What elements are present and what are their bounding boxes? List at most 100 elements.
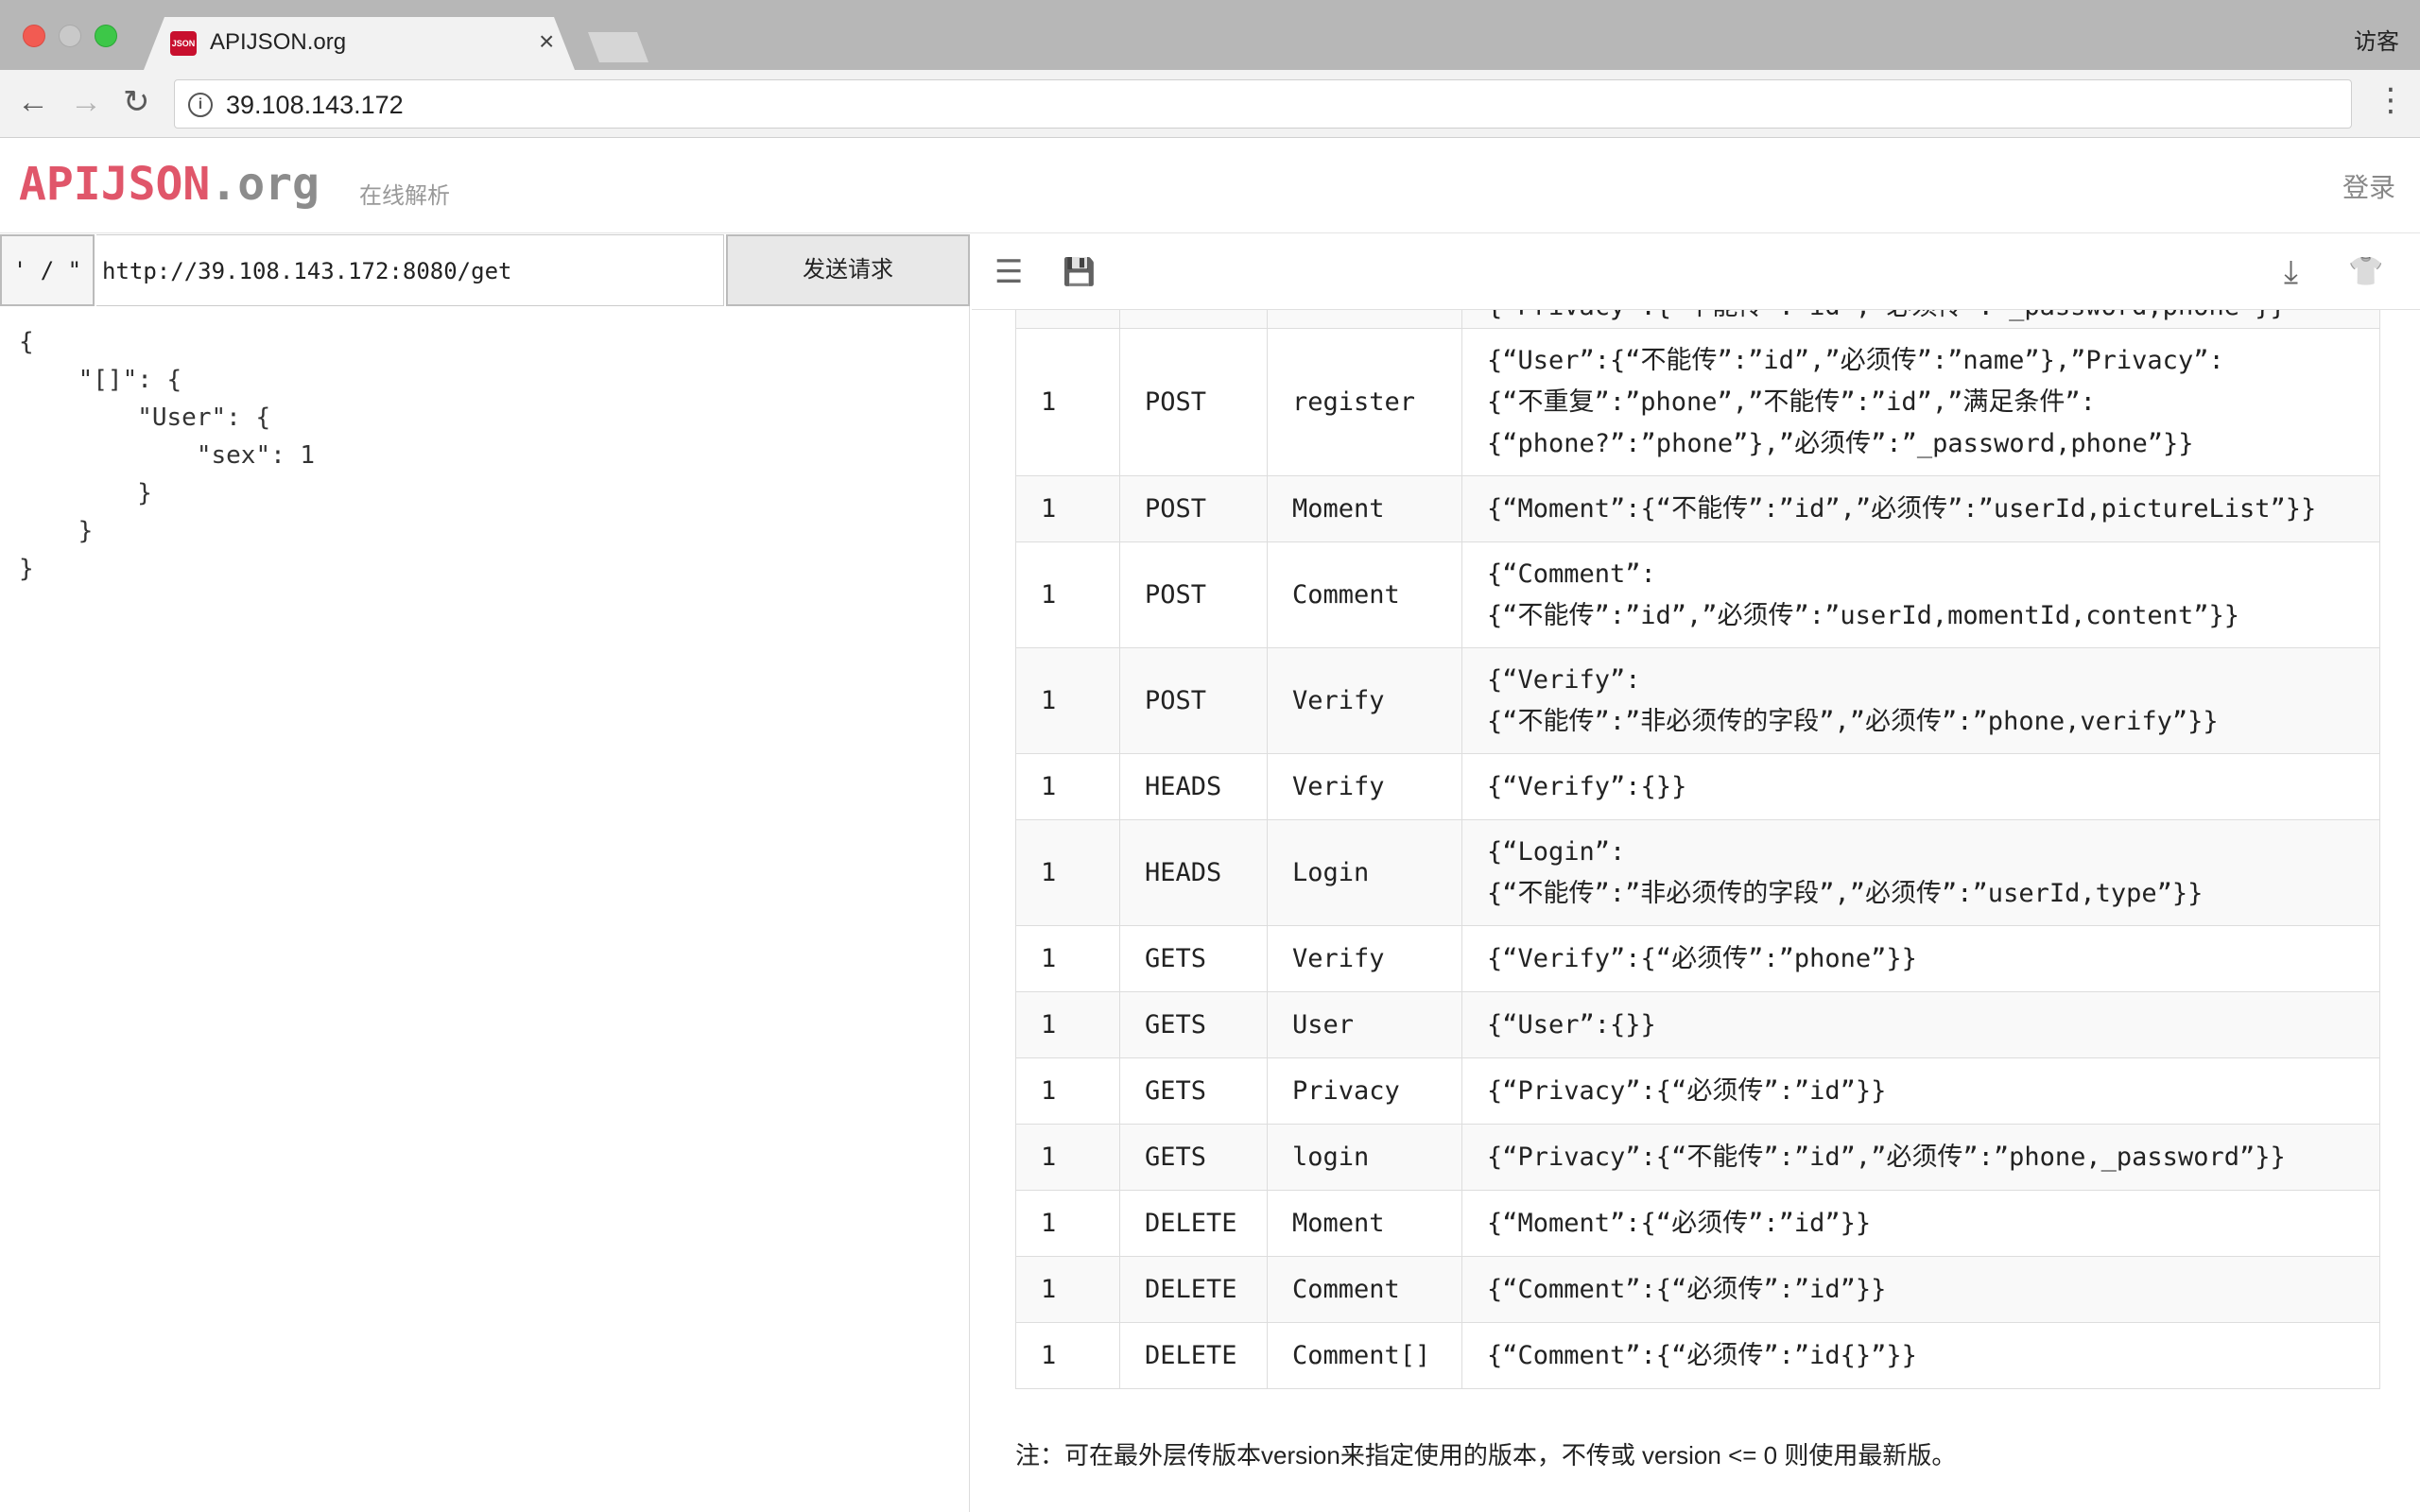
cell-tag: Moment bbox=[1267, 1190, 1462, 1257]
back-icon[interactable]: ← bbox=[17, 83, 49, 121]
table-row: {“Privacy”:{“不能传”:”id”,”必须传”:”_password,… bbox=[1015, 310, 2380, 329]
cell-structure: {“User”:{“不能传”:”id”,”必须传”:”name”},”Priva… bbox=[1461, 328, 2380, 476]
cell-version: 1 bbox=[1015, 328, 1120, 476]
cell-method: GETS bbox=[1119, 991, 1268, 1058]
request-table-container[interactable]: {“Privacy”:{“不能传”:”id”,”必须传”:”_password,… bbox=[1015, 310, 2380, 1433]
logo-brand: APIJSON bbox=[19, 158, 211, 211]
table-row: 1 POST Moment {“Moment”:{“不能传”:”id”,”必须传”:”… bbox=[1015, 475, 2380, 542]
guest-profile-label[interactable]: 访客 bbox=[2354, 23, 2399, 56]
cell-method: HEADS bbox=[1119, 753, 1268, 820]
cell-version: 1 bbox=[1015, 1190, 1120, 1257]
favicon-icon: JSON bbox=[170, 31, 197, 56]
browser-titlebar: JSON APIJSON.org × 访客 bbox=[0, 0, 2420, 70]
cell-structure: {“Verify”: {“不能传”:”非必须传的字段”,”必须传”:”phone… bbox=[1461, 647, 2380, 754]
cell-version: 1 bbox=[1015, 1256, 1120, 1323]
cell-version: 1 bbox=[1015, 647, 1120, 754]
cell-version: 1 bbox=[1015, 991, 1120, 1058]
page-subtitle: 在线解析 bbox=[359, 183, 450, 209]
cell-tag: Verify bbox=[1267, 647, 1462, 754]
cell-method: GETS bbox=[1119, 1057, 1268, 1125]
cell-structure: {“Moment”:{“必须传”:”id”}} bbox=[1461, 1190, 2380, 1257]
cell-method: DELETE bbox=[1119, 1256, 1268, 1323]
tab-close-icon[interactable]: × bbox=[539, 26, 554, 57]
cell-version: 1 bbox=[1015, 1057, 1120, 1125]
cell-tag: Verify bbox=[1267, 925, 1462, 992]
cell-version: 1 bbox=[1015, 1124, 1120, 1191]
table-row: 1 GETS Privacy {“Privacy”:{“必须传”:”id”}} bbox=[1015, 1057, 2380, 1125]
request-url-input[interactable]: http://39.108.143.172:8080/get bbox=[96, 234, 724, 306]
cell-method bbox=[1119, 310, 1268, 329]
cell-version bbox=[1015, 310, 1120, 329]
cell-tag: User bbox=[1267, 991, 1462, 1058]
table-row: 1 POST Comment {“Comment”: {“不能传”:”id”,”必须传… bbox=[1015, 541, 2380, 648]
table-row: 1 DELETE Comment[] {“Comment”:{“必须传”:”id{}”… bbox=[1015, 1322, 2380, 1389]
table-row: 1 POST register {“User”:{“不能传”:”id”,”必须传”:”… bbox=[1015, 328, 2380, 476]
cell-method: POST bbox=[1119, 328, 1268, 476]
table-row: 1 HEADS Login {“Login”: {“不能传”:”非必须传的字段”,”必… bbox=[1015, 819, 2380, 926]
cell-tag: register bbox=[1267, 328, 1462, 476]
cell-method: DELETE bbox=[1119, 1322, 1268, 1389]
cell-tag: Comment bbox=[1267, 541, 1462, 648]
minimize-window-button[interactable] bbox=[59, 25, 81, 47]
cell-method: POST bbox=[1119, 541, 1268, 648]
cell-method: HEADS bbox=[1119, 819, 1268, 926]
browser-toolbar: ← → ↻ i 39.108.143.172 ⋮ bbox=[0, 70, 2420, 138]
cell-tag: Login bbox=[1267, 819, 1462, 926]
table-row: 1 HEADS Verify {“Verify”:{}} bbox=[1015, 753, 2380, 820]
login-link[interactable]: 登录 bbox=[2342, 167, 2395, 205]
tab-title: APIJSON.org bbox=[210, 29, 347, 55]
send-request-button[interactable]: 发送请求 bbox=[726, 234, 970, 306]
address-text[interactable]: 39.108.143.172 bbox=[226, 91, 404, 120]
cell-version: 1 bbox=[1015, 475, 1120, 542]
cell-version: 1 bbox=[1015, 1322, 1120, 1389]
request-panel: ' / " http://39.108.143.172:8080/get 发送请… bbox=[0, 234, 970, 1512]
info-icon[interactable]: i bbox=[188, 93, 213, 117]
browser-tab[interactable]: JSON APIJSON.org × bbox=[144, 17, 575, 70]
shirt-icon[interactable]: 👕 bbox=[2348, 253, 2383, 291]
version-note: 注：可在最外层传版本version来指定使用的版本，不传或 version <=… bbox=[1015, 1441, 1957, 1469]
reload-icon[interactable]: ↻ bbox=[123, 83, 150, 121]
cell-version: 1 bbox=[1015, 541, 1120, 648]
table-row: 1 DELETE Comment {“Comment”:{“必须传”:”id”}} bbox=[1015, 1256, 2380, 1323]
browser-menu-icon[interactable]: ⋮ bbox=[2375, 81, 2407, 119]
cell-tag: Verify bbox=[1267, 753, 1462, 820]
save-icon[interactable]: 💾 bbox=[1063, 253, 1096, 291]
new-tab-button[interactable] bbox=[588, 32, 648, 62]
table-row: 1 GETS User {“User”:{}} bbox=[1015, 991, 2380, 1058]
cell-method: GETS bbox=[1119, 1124, 1268, 1191]
cell-structure: {“Login”: {“不能传”:”非必须传的字段”,”必须传”:”userId… bbox=[1461, 819, 2380, 926]
cell-method: POST bbox=[1119, 647, 1268, 754]
table-row: 1 DELETE Moment {“Moment”:{“必须传”:”id”}} bbox=[1015, 1190, 2380, 1257]
close-window-button[interactable] bbox=[23, 25, 45, 47]
cell-structure: {“Privacy”:{“必须传”:”id”}} bbox=[1461, 1057, 2380, 1125]
cell-structure: {“Comment”: {“不能传”:”id”,”必须传”:”userId,mo… bbox=[1461, 541, 2380, 648]
cell-version: 1 bbox=[1015, 753, 1120, 820]
cell-tag: Moment bbox=[1267, 475, 1462, 542]
request-structure-table: {“Privacy”:{“不能传”:”id”,”必须传”:”_password,… bbox=[1015, 310, 2380, 1389]
cell-version: 1 bbox=[1015, 925, 1120, 992]
cell-structure: {“Comment”:{“必须传”:”id{}”}} bbox=[1461, 1322, 2380, 1389]
cell-structure: {“Moment”:{“不能传”:”id”,”必须传”:”userId,pict… bbox=[1461, 475, 2380, 542]
cell-structure: {“User”:{}} bbox=[1461, 991, 2380, 1058]
cell-tag: login bbox=[1267, 1124, 1462, 1191]
request-body-editor[interactable]: { "[]": { "User": { "sex": 1 } } } bbox=[19, 323, 315, 588]
cell-tag: Comment bbox=[1267, 1256, 1462, 1323]
quote-toggle-button[interactable]: ' / " bbox=[0, 234, 95, 306]
address-bar[interactable]: i 39.108.143.172 bbox=[174, 79, 2352, 129]
table-row: 1 POST Verify {“Verify”: {“不能传”:”非必须传的字段”,”… bbox=[1015, 647, 2380, 754]
list-icon[interactable]: ☰ bbox=[994, 253, 1023, 291]
site-logo[interactable]: APIJSON.org bbox=[19, 158, 320, 211]
forward-icon[interactable]: → bbox=[70, 83, 102, 121]
cell-structure: {“Verify”:{}} bbox=[1461, 753, 2380, 820]
cell-tag: Comment[] bbox=[1267, 1322, 1462, 1389]
cell-structure: {“Privacy”:{“不能传”:”id”,”必须传”:”phone,_pas… bbox=[1461, 1124, 2380, 1191]
app-header: APIJSON.org 在线解析 登录 bbox=[0, 139, 2420, 233]
cell-method: POST bbox=[1119, 475, 1268, 542]
cell-tag: Privacy bbox=[1267, 1057, 1462, 1125]
cell-tag bbox=[1267, 310, 1462, 329]
download-icon[interactable]: ⤓ bbox=[2284, 253, 2298, 291]
cell-structure: {“Privacy”:{“不能传”:”id”,”必须传”:”_password,… bbox=[1461, 310, 2380, 329]
logo-tld: .org bbox=[210, 158, 320, 211]
maximize-window-button[interactable] bbox=[95, 25, 117, 47]
response-toolbar: ☰ 💾 ⤓ 👕 bbox=[972, 234, 2420, 310]
